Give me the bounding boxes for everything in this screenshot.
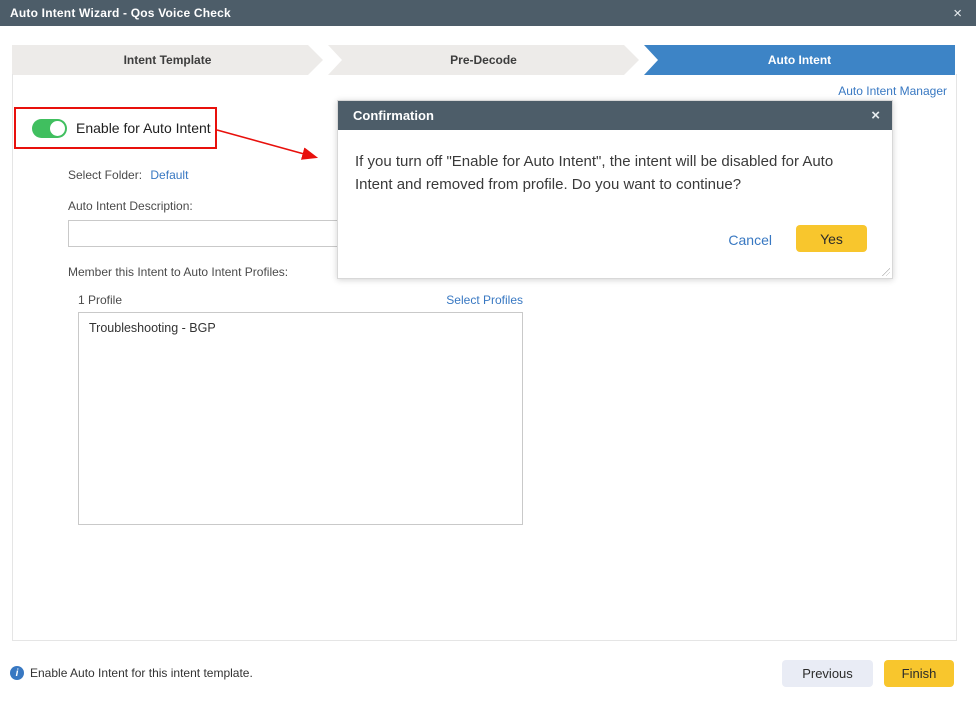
confirmation-dialog: Confirmation × If you turn off "Enable f… (337, 100, 893, 279)
window-title: Auto Intent Wizard - Qos Voice Check (10, 6, 231, 20)
step-intent-template[interactable]: Intent Template (12, 45, 323, 75)
confirmation-dialog-header[interactable]: Confirmation × (338, 101, 892, 130)
select-profiles-link[interactable]: Select Profiles (446, 293, 523, 307)
profile-list-item[interactable]: Troubleshooting - BGP (79, 313, 522, 343)
step-pre-decode[interactable]: Pre-Decode (328, 45, 639, 75)
select-folder-value-link[interactable]: Default (150, 168, 188, 182)
cancel-button[interactable]: Cancel (728, 232, 772, 248)
auto-intent-manager-link[interactable]: Auto Intent Manager (838, 84, 947, 98)
dialog-close-icon[interactable]: × (871, 108, 880, 123)
annotation-highlight-box: Enable for Auto Intent (14, 107, 217, 149)
profiles-listbox[interactable]: Troubleshooting - BGP (78, 312, 523, 525)
footer-info: i Enable Auto Intent for this intent tem… (10, 666, 253, 680)
dialog-resize-grip[interactable] (881, 267, 890, 276)
step-label: Pre-Decode (450, 53, 517, 67)
window-titlebar: Auto Intent Wizard - Qos Voice Check × (0, 0, 976, 26)
profile-count: 1 Profile (78, 293, 122, 307)
enable-auto-intent-label: Enable for Auto Intent (76, 120, 211, 136)
member-profiles-label: Member this Intent to Auto Intent Profil… (68, 265, 288, 279)
footer-info-text: Enable Auto Intent for this intent templ… (30, 666, 253, 680)
profiles-header-row: 1 Profile Select Profiles (78, 293, 523, 307)
confirmation-message: If you turn off "Enable for Auto Intent"… (355, 150, 872, 197)
description-label: Auto Intent Description: (68, 199, 193, 213)
step-auto-intent[interactable]: Auto Intent (644, 45, 955, 75)
step-label: Intent Template (124, 53, 212, 67)
confirmation-dialog-title: Confirmation (353, 108, 434, 123)
enable-auto-intent-toggle[interactable] (32, 119, 67, 138)
previous-button[interactable]: Previous (782, 660, 873, 687)
yes-button[interactable]: Yes (796, 225, 867, 252)
toggle-knob (50, 121, 65, 136)
finish-button[interactable]: Finish (884, 660, 954, 687)
wizard-stepper: Intent Template Pre-Decode Auto Intent (12, 45, 955, 75)
select-folder-row: Select Folder: Default (68, 168, 188, 182)
step-label: Auto Intent (768, 53, 831, 67)
info-icon: i (10, 666, 24, 680)
select-folder-label: Select Folder: (68, 168, 142, 182)
window-close-icon[interactable]: × (953, 6, 962, 21)
